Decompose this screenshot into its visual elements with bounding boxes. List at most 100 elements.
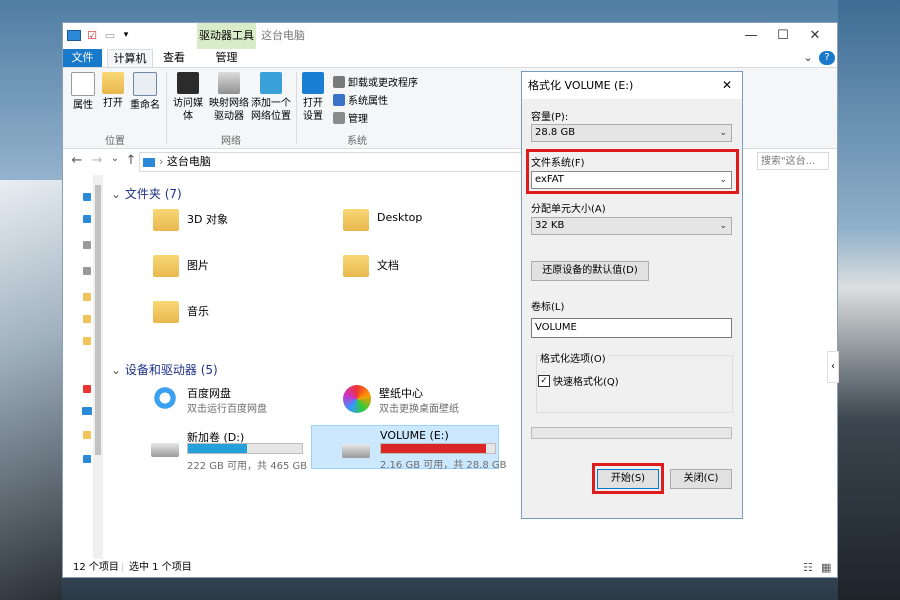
quick-format-label: 快速格式化(Q) (553, 377, 619, 388)
forward-arrow-icon[interactable]: → (89, 153, 105, 168)
this-pc-nav-icon[interactable] (82, 407, 92, 415)
desktop-wallpaper-left (0, 180, 62, 600)
back-arrow-icon[interactable]: ← (69, 153, 85, 168)
large-icons-view-icon[interactable]: ▦ (821, 559, 831, 577)
nav-folder-icon[interactable] (83, 337, 91, 345)
status-divider: | (121, 562, 125, 573)
recent-locations-icon[interactable]: ⌄ (107, 153, 123, 164)
group-divider (296, 72, 297, 144)
tab-computer[interactable]: 计算机 (107, 49, 153, 67)
open-button[interactable]: 打开 (99, 72, 127, 110)
dialog-close-button[interactable]: 关闭(C) (670, 469, 732, 489)
app-name: 百度网盘 (187, 387, 231, 400)
preview-pane-toggle-icon[interactable]: ‹ (827, 351, 839, 383)
tab-view[interactable]: 查看 (157, 49, 191, 67)
open-settings-button[interactable]: 打开设置 (299, 72, 327, 123)
folders-section-header[interactable]: ⌄ 文件夹 (7) (111, 185, 182, 202)
group-network-label: 网络 (221, 136, 241, 147)
app-name: 壁纸中心 (379, 387, 423, 400)
help-icon[interactable]: ? (819, 51, 835, 65)
folder-name: 文档 (377, 259, 399, 272)
maximize-button[interactable]: ☐ (767, 23, 799, 49)
volume-label-input[interactable]: VOLUME (531, 318, 732, 338)
nav-folder-icon[interactable] (83, 293, 91, 301)
drive-icon (151, 443, 179, 457)
highlight-file-system (526, 149, 739, 194)
gear-icon (302, 72, 324, 94)
properties-button[interactable]: 属性 (69, 72, 97, 112)
capacity-label: 容量(P): (531, 112, 569, 123)
dialog-title-bar: 格式化 VOLUME (E:) ✕ (522, 72, 742, 99)
properties-check-icon[interactable]: ☑ (85, 28, 99, 42)
scrollbar-thumb[interactable] (95, 185, 101, 455)
uninstall-label: 卸载或更改程序 (348, 78, 418, 89)
open-folder-icon (102, 72, 124, 94)
chevron-down-icon: ⌄ (719, 128, 727, 138)
drive-info: 2.16 GB 可用，共 28.8 GB (380, 460, 507, 471)
restore-defaults-button[interactable]: 还原设备的默认值(D) (531, 261, 649, 281)
manage-label: 管理 (348, 114, 368, 125)
breadcrumb-separator-icon: › (159, 155, 164, 168)
folder-icon (153, 301, 179, 323)
ribbon-collapse-icon[interactable]: ⌄ (799, 49, 817, 67)
drive-usage-fill (381, 444, 486, 453)
status-bar: 12 个项目 | 选中 1 个项目 ☷ ▦ (63, 559, 837, 577)
capacity-select[interactable]: 28.8 GB ⌄ (531, 124, 732, 142)
nav-scrollbar[interactable] (93, 175, 103, 559)
computer-icon (143, 157, 155, 167)
folder-name: 3D 对象 (187, 213, 228, 226)
allocation-unit-select[interactable]: 32 KB ⌄ (531, 217, 732, 235)
access-media-button[interactable]: 访问媒体 (169, 72, 207, 123)
nav-folder-icon[interactable] (83, 431, 91, 439)
nav-item-icon[interactable] (83, 241, 91, 249)
search-input[interactable]: 搜索"这台... (757, 152, 829, 170)
nav-item-icon[interactable] (83, 455, 91, 463)
app-subtitle: 双击运行百度网盘 (187, 404, 267, 415)
checkbox-checked-icon: ✓ (538, 374, 550, 387)
drive-item-e-selected[interactable]: VOLUME (E:) 2.16 GB 可用，共 28.8 GB (311, 425, 506, 471)
close-button[interactable]: ✕ (799, 23, 831, 49)
minimize-button[interactable]: — (735, 23, 767, 49)
folder-name: 音乐 (187, 305, 209, 318)
group-system-label: 系统 (347, 136, 367, 147)
system-properties-icon (333, 93, 345, 106)
open-settings-label: 打开设置 (303, 98, 323, 122)
rename-button[interactable]: 重命名 (129, 72, 161, 112)
nav-item-icon[interactable] (83, 385, 91, 393)
add-network-location-button[interactable]: 添加一个网络位置 (251, 72, 291, 123)
map-network-drive-button[interactable]: 映射网络驱动器 (209, 72, 249, 123)
system-properties-button[interactable]: 系统属性 (333, 92, 388, 107)
group-divider (166, 72, 167, 144)
add-network-location-label: 添加一个网络位置 (251, 98, 291, 122)
tab-file[interactable]: 文件 (63, 49, 102, 67)
nav-item-icon[interactable] (83, 267, 91, 275)
dialog-title: 格式化 VOLUME (E:) (528, 79, 634, 92)
nav-folder-icon[interactable] (83, 315, 91, 323)
up-arrow-icon[interactable]: ↑ (123, 153, 139, 168)
new-folder-icon[interactable]: ▭ (103, 28, 117, 42)
devices-section-header[interactable]: ⌄ 设备和驱动器 (5) (111, 361, 218, 378)
details-view-icon[interactable]: ☷ (803, 559, 813, 577)
drive-icon (342, 444, 370, 458)
quick-access-icon[interactable] (83, 193, 91, 201)
desktop-wallpaper-right (838, 0, 900, 600)
properties-label: 属性 (73, 100, 93, 111)
dialog-close-icon[interactable]: ✕ (722, 72, 732, 99)
tab-manage[interactable]: 管理 (197, 49, 256, 67)
drive-usage-bar (187, 443, 303, 454)
chevron-down-icon: ⌄ (719, 221, 727, 231)
quick-access-dropdown-icon[interactable]: ▾ (119, 28, 133, 42)
network-drive-icon (218, 72, 240, 94)
uninstall-icon (333, 75, 345, 88)
manage-button[interactable]: 管理 (333, 110, 368, 125)
system-properties-label: 系统属性 (348, 96, 388, 107)
item-count: 12 个项目 (73, 562, 119, 573)
uninstall-program-button[interactable]: 卸载或更改程序 (333, 74, 418, 89)
drive-name: VOLUME (E:) (380, 429, 449, 442)
map-network-drive-label: 映射网络驱动器 (209, 98, 249, 122)
breadcrumb-this-pc[interactable]: 这台电脑 (167, 155, 211, 168)
wallpaper-center-icon (343, 385, 371, 413)
quick-format-checkbox[interactable]: ✓ 快速格式化(Q) (538, 373, 619, 388)
allocation-unit-value: 32 KB (535, 220, 565, 231)
nav-item-icon[interactable] (83, 215, 91, 223)
